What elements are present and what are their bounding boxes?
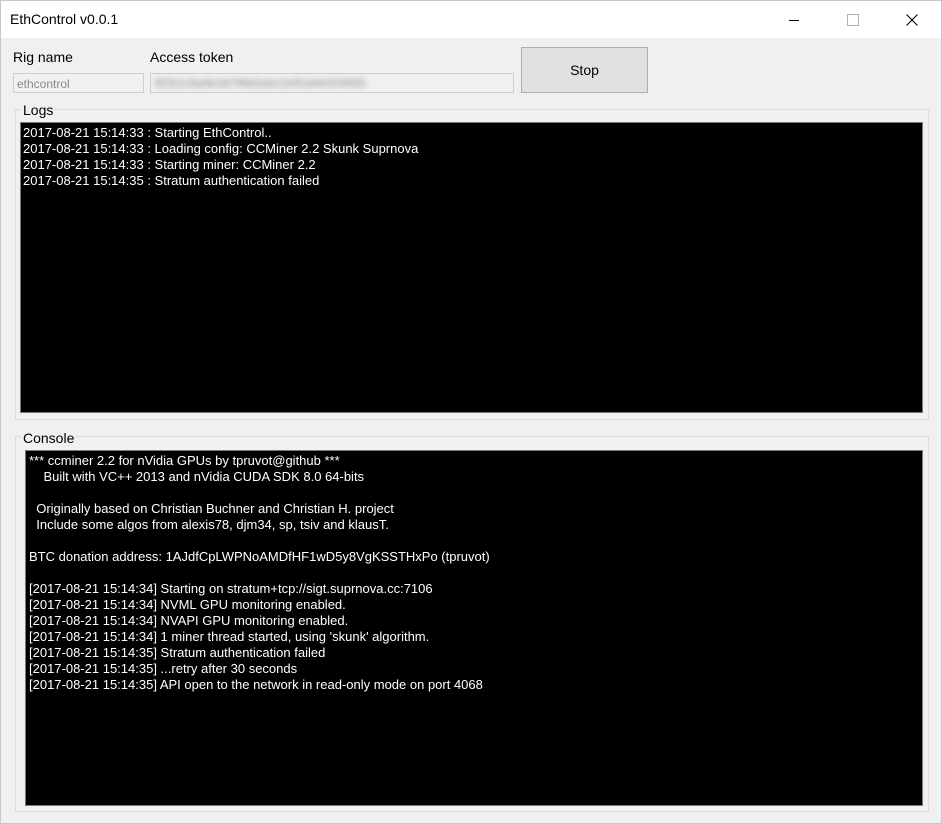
rig-name-field[interactable]: ethcontrol — [13, 73, 144, 93]
minimize-icon — [789, 19, 799, 21]
console-label: Console — [21, 430, 77, 446]
log-line: 2017-08-21 15:14:35 : Stratum authentica… — [23, 173, 320, 188]
console-line: Built with VC++ 2013 and nVidia CUDA SDK… — [29, 469, 365, 484]
console-line: [2017-08-21 15:14:35] ...retry after 30 … — [29, 661, 298, 676]
console-line: BTC donation address: 1AJdfCpLWPNoAMDfHF… — [29, 549, 490, 564]
access-token-field[interactable]: 4f2b1c8a9e3d7f6b0a5c2e91d4e024655 — [150, 73, 514, 93]
rig-name-label: Rig name — [13, 49, 73, 65]
maximize-icon — [847, 13, 859, 26]
console-line: Originally based on Christian Buchner an… — [29, 501, 394, 516]
console-line: [2017-08-21 15:14:34] Starting on stratu… — [29, 581, 433, 596]
close-button[interactable] — [889, 1, 935, 38]
title-bar: EthControl v0.0.1 — [1, 1, 941, 38]
access-token-value: 4f2b1c8a9e3d7f6b0a5c2e91d4e024655 — [154, 76, 367, 90]
logs-output[interactable]: 2017-08-21 15:14:33 : Starting EthContro… — [20, 122, 923, 413]
console-output[interactable]: *** ccminer 2.2 for nVidia GPUs by tpruv… — [25, 450, 923, 806]
minimize-button[interactable] — [771, 1, 817, 38]
console-line: [2017-08-21 15:14:35] API open to the ne… — [29, 677, 483, 692]
console-line: Include some algos from alexis78, djm34,… — [29, 517, 389, 532]
app-window: EthControl v0.0.1 Rig name ethcontrol Ac… — [0, 0, 942, 824]
access-token-label: Access token — [150, 49, 234, 65]
log-line: 2017-08-21 15:14:33 : Loading config: CC… — [23, 141, 419, 156]
logs-label: Logs — [21, 102, 56, 118]
console-line: *** ccminer 2.2 for nVidia GPUs by tpruv… — [29, 453, 340, 468]
log-line: 2017-08-21 15:14:33 : Starting EthContro… — [23, 125, 272, 140]
rig-name-value: ethcontrol — [17, 77, 70, 91]
stop-button[interactable]: Stop — [521, 47, 648, 93]
console-line: [2017-08-21 15:14:35] Stratum authentica… — [29, 645, 326, 660]
log-line: 2017-08-21 15:14:33 : Starting miner: CC… — [23, 157, 316, 172]
close-icon — [906, 13, 918, 26]
maximize-button[interactable] — [830, 1, 876, 38]
console-line: [2017-08-21 15:14:34] NVAPI GPU monitori… — [29, 613, 349, 628]
console-line: [2017-08-21 15:14:34] 1 miner thread sta… — [29, 629, 430, 644]
console-line: [2017-08-21 15:14:34] NVML GPU monitorin… — [29, 597, 346, 612]
window-title: EthControl v0.0.1 — [10, 11, 119, 27]
